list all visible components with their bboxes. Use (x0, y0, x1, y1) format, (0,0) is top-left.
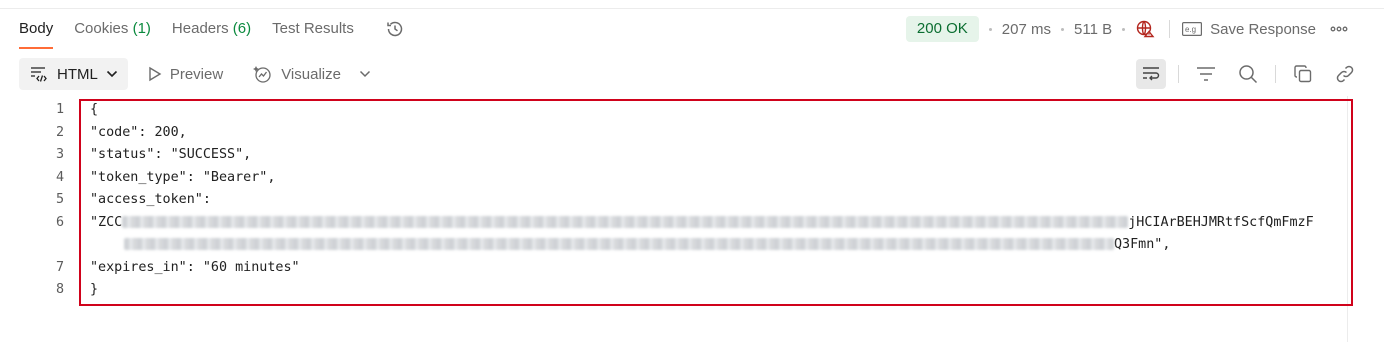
line-number: 3 (55, 147, 64, 162)
response-tabs: Body Cookies (1) Headers (6) Test Result… (19, 9, 405, 49)
more-icon[interactable] (1330, 26, 1348, 32)
chevron-down-icon (359, 70, 370, 78)
line-number: 5 (55, 192, 64, 207)
response-body[interactable]: 1{ 2 "code": 200, 3 "status": "SUCCESS", 4… (0, 99, 1347, 302)
globe-icon[interactable] (1135, 19, 1155, 39)
line-number: 8 (55, 282, 64, 297)
tab-body-label: Body (19, 20, 54, 37)
response-meta: 200 OK 207 ms 511 B e.g Save Response (905, 16, 1348, 42)
link-icon (1336, 65, 1354, 83)
filter-icon (1197, 67, 1215, 81)
code-text-continued: Q3Fmn", (124, 234, 1170, 257)
tab-body[interactable]: Body (19, 9, 54, 49)
line-number: 6 (55, 214, 64, 230)
code-line: 4 "token_type": "Bearer", (0, 167, 1347, 190)
code-line: 5 "access_token": (0, 189, 1347, 212)
code-line-token: 6 "ZCC jHCIArBEHJMRtfScfQmFmzF Q3Fmn", (0, 212, 1347, 257)
tab-test-results[interactable]: Test Results (272, 9, 354, 49)
response-time[interactable]: 207 ms (1002, 21, 1051, 38)
copy-button[interactable] (1288, 59, 1318, 89)
body-toolbar: HTML Preview Visualize (19, 58, 377, 90)
line-number: 1 (55, 102, 64, 117)
format-label: HTML (57, 65, 98, 83)
line-number: 7 (55, 259, 64, 275)
token-prefix: "ZCC (90, 214, 123, 230)
code-line: 1{ (0, 99, 1347, 122)
copy-icon (1294, 65, 1312, 83)
code-text: "status": "SUCCESS", (90, 147, 252, 162)
save-response-icon: e.g (1182, 22, 1203, 36)
tools-divider (1178, 65, 1179, 83)
body-tools (1124, 58, 1360, 90)
link-button[interactable] (1330, 59, 1360, 89)
code-line: 8} (0, 279, 1347, 302)
preview-label: Preview (169, 65, 224, 83)
code-line: 3 "status": "SUCCESS", (0, 144, 1347, 167)
redacted-token-blur (124, 238, 1114, 250)
code-text: } (90, 282, 99, 297)
tab-cookies-label: Cookies (74, 20, 129, 37)
visualize-button[interactable]: Visualize (243, 58, 351, 90)
code-text: "token_type": "Bearer", (90, 169, 276, 185)
tab-cookies-count: (1) (132, 20, 151, 37)
separator-dot (1061, 27, 1064, 31)
line-number: 2 (55, 124, 64, 140)
history-icon[interactable] (385, 19, 405, 39)
format-select[interactable]: HTML (19, 58, 128, 90)
line-number: 4 (55, 169, 64, 185)
tab-headers-count: (6) (232, 20, 252, 37)
format-icon (29, 65, 49, 83)
tools-divider (1275, 65, 1276, 83)
status-badge[interactable]: 200 OK (905, 16, 979, 42)
save-response-button[interactable]: Save Response (1210, 21, 1316, 38)
wrap-lines-button[interactable] (1136, 59, 1166, 89)
code-text: "ZCC jHCIArBEHJMRtfScfQmFmzF (90, 212, 1314, 235)
svg-text:e.g: e.g (1185, 25, 1196, 34)
separator-dot (988, 27, 992, 31)
scroll-track (1347, 96, 1348, 342)
token-cont-suffix: Q3Fmn", (1114, 237, 1171, 252)
token-suffix: jHCIArBEHJMRtfScfQmFmzF (1128, 214, 1314, 230)
response-size[interactable]: 511 B (1074, 21, 1112, 38)
filter-button[interactable] (1191, 59, 1221, 89)
tab-headers[interactable]: Headers (6) (172, 9, 251, 49)
code-text: "expires_in": "60 minutes" (90, 259, 300, 275)
chevron-down-icon (106, 70, 118, 78)
search-icon (1239, 65, 1258, 84)
separator-dot (1122, 27, 1126, 31)
tab-test-results-label: Test Results (272, 20, 354, 37)
play-icon (148, 66, 162, 82)
search-button[interactable] (1233, 59, 1263, 89)
meta-divider (1169, 20, 1171, 38)
code-text: "access_token": (90, 192, 211, 207)
code-text: "code": 200, (90, 124, 187, 140)
visualize-label: Visualize (281, 65, 341, 83)
visualize-dropdown[interactable] (353, 58, 377, 90)
redacted-token-blur (122, 215, 1129, 228)
wrap-lines-icon (1143, 67, 1160, 81)
preview-button[interactable]: Preview (138, 58, 233, 90)
code-line: 7 "expires_in": "60 minutes" (0, 257, 1347, 280)
tab-cookies[interactable]: Cookies (1) (74, 9, 151, 49)
code-line: 2 "code": 200, (0, 122, 1347, 145)
visualize-icon (253, 64, 273, 84)
tab-headers-label: Headers (171, 20, 229, 37)
code-text: { (90, 102, 99, 117)
